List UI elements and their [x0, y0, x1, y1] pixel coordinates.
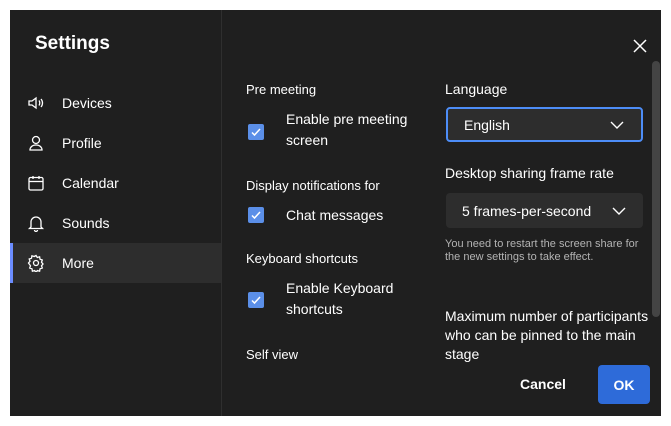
- frame-rate-label: Desktop sharing frame rate: [445, 165, 614, 181]
- ok-button[interactable]: OK: [598, 365, 650, 404]
- max-pinned-label: Maximum number of participants who can b…: [445, 308, 649, 362]
- enable-pre-meeting-checkbox[interactable]: [248, 124, 264, 140]
- pre-meeting-heading: Pre meeting: [246, 82, 317, 97]
- checkmark-icon: [251, 296, 261, 305]
- sidebar-item-calendar[interactable]: Calendar: [10, 163, 221, 203]
- checkbox-checked[interactable]: [248, 292, 264, 308]
- sidebar-item-label: Profile: [62, 135, 102, 151]
- label-line: shortcuts: [286, 301, 343, 317]
- restart-hint: You need to restart the screen share for…: [445, 238, 639, 263]
- notifications-heading: Display notifications for: [246, 178, 380, 193]
- language-value: English: [464, 116, 510, 133]
- sidebar-item-label: Calendar: [62, 175, 119, 191]
- checkbox-checked[interactable]: [248, 207, 264, 223]
- chat-messages-checkbox[interactable]: [248, 207, 264, 223]
- cancel-button[interactable]: Cancel: [520, 376, 566, 392]
- checkmark-icon: [251, 128, 261, 137]
- sidebar-item-label: Devices: [62, 95, 112, 111]
- speaker-icon: [27, 94, 45, 112]
- gear-icon: [27, 254, 45, 272]
- scrollbar[interactable]: [652, 61, 660, 317]
- enable-pre-meeting-label: Enable pre meeting screen: [286, 109, 426, 151]
- sidebar: Settings Devices Profile Calendar Sounds…: [10, 10, 222, 416]
- sidebar-item-profile[interactable]: Profile: [10, 123, 221, 163]
- checkmark-icon: [251, 211, 261, 220]
- label-line: Enable pre meeting: [286, 111, 408, 127]
- sidebar-item-more[interactable]: More: [10, 243, 221, 283]
- settings-content: Pre meeting Enable pre meeting screen Di…: [222, 10, 661, 416]
- label-line: screen: [286, 132, 329, 148]
- close-button[interactable]: [631, 37, 649, 55]
- bell-icon: [27, 214, 45, 232]
- chevron-down-icon: [610, 121, 624, 129]
- frame-rate-select[interactable]: 5 frames-per-second: [446, 193, 643, 228]
- language-label: Language: [445, 81, 508, 97]
- enable-keyboard-shortcuts-checkbox[interactable]: [248, 292, 264, 308]
- settings-dialog: Settings Devices Profile Calendar Sounds…: [10, 10, 661, 416]
- sidebar-item-devices[interactable]: Devices: [10, 83, 221, 123]
- checkbox-checked[interactable]: [248, 124, 264, 140]
- label-line: Enable Keyboard: [286, 280, 394, 296]
- self-view-heading: Self view: [246, 347, 299, 362]
- person-icon: [27, 134, 45, 152]
- keyboard-shortcuts-heading: Keyboard shortcuts: [246, 251, 359, 266]
- sidebar-item-sounds[interactable]: Sounds: [10, 203, 221, 243]
- language-select[interactable]: English: [446, 107, 643, 142]
- chevron-down-icon: [612, 207, 626, 215]
- enable-keyboard-shortcuts-label: Enable Keyboard shortcuts: [286, 278, 426, 320]
- sidebar-item-label: More: [62, 255, 94, 271]
- close-icon: [633, 39, 647, 53]
- chat-messages-label: Chat messages: [286, 207, 384, 223]
- dialog-title: Settings: [35, 33, 110, 54]
- frame-rate-value: 5 frames-per-second: [462, 202, 592, 219]
- sidebar-item-label: Sounds: [62, 215, 110, 231]
- calendar-icon: [27, 174, 45, 192]
